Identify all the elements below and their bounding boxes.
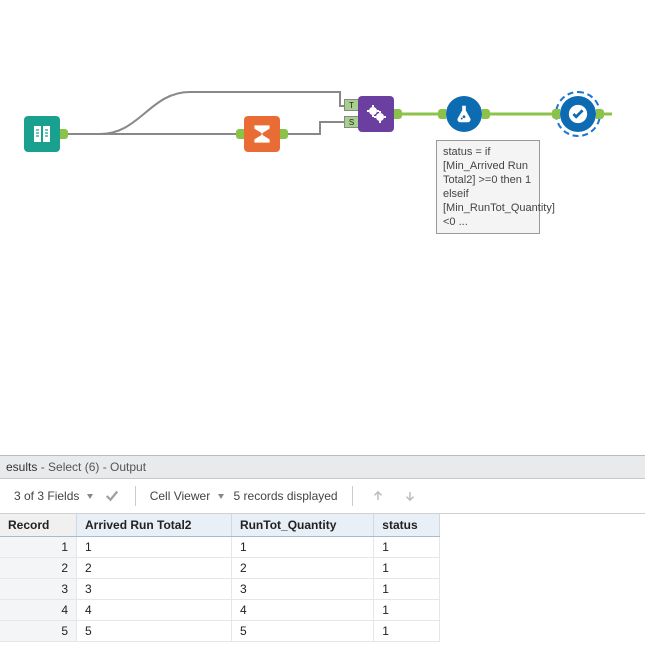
cell-arrived: 2 (77, 558, 232, 579)
text-input-tool[interactable] (24, 116, 60, 152)
chevron-down-icon (87, 494, 93, 499)
results-table[interactable]: Record Arrived Run Total2 RunTot_Quantit… (0, 514, 440, 642)
cell-record: 4 (0, 600, 77, 621)
table-row[interactable]: 3 3 3 1 (0, 579, 440, 600)
cell-runtot: 2 (231, 558, 373, 579)
results-header: esults - Select (6) - Output (0, 456, 645, 479)
results-title: esults (6, 460, 37, 474)
cell-arrived: 5 (77, 621, 232, 642)
prev-record-button[interactable] (367, 485, 389, 507)
join-port-source[interactable]: S (344, 116, 358, 128)
cell-record: 2 (0, 558, 77, 579)
fields-dropdown[interactable]: 3 of 3 Fields (14, 489, 93, 503)
cell-runtot: 3 (231, 579, 373, 600)
next-record-button[interactable] (399, 485, 421, 507)
flask-icon (453, 103, 475, 125)
chevron-down-icon (218, 494, 224, 499)
col-arrived[interactable]: Arrived Run Total2 (77, 514, 232, 537)
cell-runtot: 1 (231, 537, 373, 558)
results-subtitle: - Select (6) - Output (37, 460, 146, 474)
summarize-tool[interactable] (244, 116, 280, 152)
table-row[interactable]: 5 5 5 1 (0, 621, 440, 642)
cell-arrived: 3 (77, 579, 232, 600)
cell-runtot: 5 (231, 621, 373, 642)
records-displayed-label: 5 records displayed (234, 489, 338, 503)
cell-viewer-label: Cell Viewer (150, 489, 210, 503)
annotation-text: status = if [Min_Arrived Run Total2] >=0… (443, 146, 555, 228)
formula-tool[interactable] (446, 96, 482, 132)
gears-icon (364, 102, 388, 126)
table-row[interactable]: 2 2 2 1 (0, 558, 440, 579)
table-header-row: Record Arrived Run Total2 RunTot_Quantit… (0, 514, 440, 537)
join-tool[interactable]: T S (358, 96, 394, 132)
cell-arrived: 1 (77, 537, 232, 558)
cell-arrived: 4 (77, 600, 232, 621)
join-port-target[interactable]: T (344, 99, 358, 111)
cell-status: 1 (374, 621, 440, 642)
col-runtot[interactable]: RunTot_Quantity (231, 514, 373, 537)
cell-status: 1 (374, 600, 440, 621)
cell-runtot: 4 (231, 600, 373, 621)
workflow-canvas[interactable]: T S status = if [Min_Arriv (0, 0, 645, 455)
cell-record: 3 (0, 579, 77, 600)
cell-record: 5 (0, 621, 77, 642)
check-circle-icon (567, 103, 589, 125)
results-toolbar: 3 of 3 Fields Cell Viewer 5 records disp… (0, 479, 645, 514)
table-row[interactable]: 1 1 1 1 (0, 537, 440, 558)
cell-viewer-dropdown[interactable]: Cell Viewer (150, 489, 224, 503)
col-record[interactable]: Record (0, 514, 77, 537)
cell-status: 1 (374, 558, 440, 579)
results-panel: esults - Select (6) - Output 3 of 3 Fiel… (0, 455, 645, 662)
col-status[interactable]: status (374, 514, 440, 537)
cell-status: 1 (374, 537, 440, 558)
cell-record: 1 (0, 537, 77, 558)
formula-annotation: status = if [Min_Arrived Run Total2] >=0… (436, 140, 540, 234)
table-row[interactable]: 4 4 4 1 (0, 600, 440, 621)
connection-lines (0, 0, 645, 455)
fields-label: 3 of 3 Fields (14, 489, 79, 503)
book-icon (30, 122, 54, 146)
check-icon[interactable] (103, 487, 121, 505)
sigma-icon (249, 121, 275, 147)
select-tool[interactable] (560, 96, 596, 132)
cell-status: 1 (374, 579, 440, 600)
